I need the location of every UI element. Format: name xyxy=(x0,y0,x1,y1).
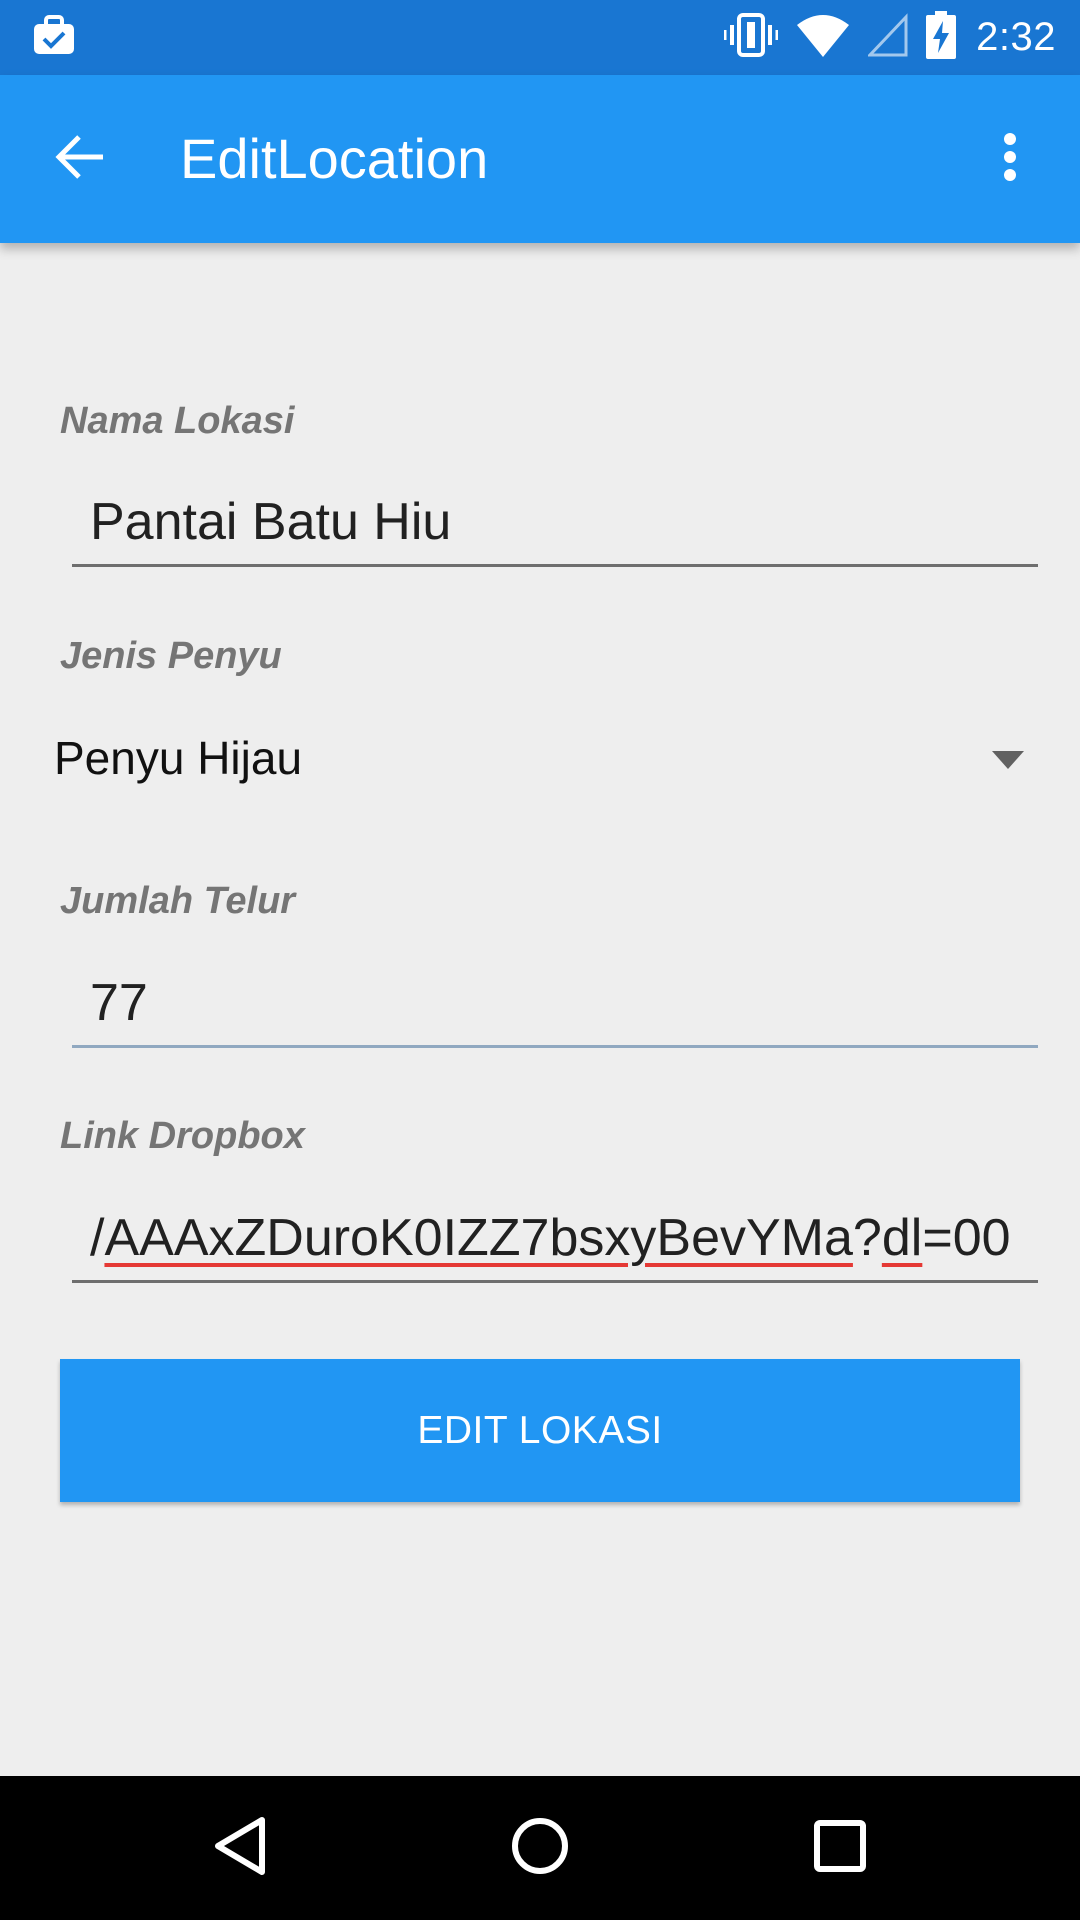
battery-charging-icon xyxy=(926,11,957,64)
jumlah-telur-label: Jumlah Telur xyxy=(60,880,296,922)
navigation-bar xyxy=(0,1776,1080,1920)
jenis-penyu-spinner[interactable]: Penyu Hijau xyxy=(54,705,1024,815)
back-triangle-icon xyxy=(212,1816,268,1881)
arrow-back-icon xyxy=(55,132,105,187)
link-dropbox-value: /AAAxZDuroK0IZZ7bsxyBevYMa?dl=00 xyxy=(90,1209,1011,1267)
link-dropbox-label: Link Dropbox xyxy=(60,1115,305,1157)
dropdown-arrow-icon xyxy=(992,751,1024,769)
link-dropbox-field[interactable]: /AAAxZDuroK0IZZ7bsxyBevYMa?dl=00 xyxy=(72,1183,1038,1283)
status-bar: 2:32 xyxy=(0,0,1080,75)
nama-lokasi-value: Pantai Batu Hiu xyxy=(90,493,452,551)
nav-back-button[interactable] xyxy=(198,1806,282,1890)
wifi-icon xyxy=(796,13,850,62)
home-circle-icon xyxy=(510,1816,570,1881)
overflow-menu-button[interactable] xyxy=(970,119,1050,199)
screen: 2:32 EditLocation Nama Lokasi Pantai Bat… xyxy=(0,0,1080,1920)
page-title: EditLocation xyxy=(180,127,489,190)
nav-home-button[interactable] xyxy=(498,1806,582,1890)
app-bar: EditLocation xyxy=(0,75,1080,243)
status-icons: 2:32 xyxy=(706,0,1056,75)
status-time: 2:32 xyxy=(976,15,1056,59)
nama-lokasi-label: Nama Lokasi xyxy=(60,400,295,442)
recents-square-icon xyxy=(812,1818,868,1879)
jumlah-telur-value: 77 xyxy=(90,974,148,1032)
jenis-penyu-selected: Penyu Hijau xyxy=(54,732,303,784)
back-button[interactable] xyxy=(40,119,120,199)
jumlah-telur-field[interactable]: 77 xyxy=(72,948,1038,1048)
nama-lokasi-field[interactable]: Pantai Batu Hiu xyxy=(72,467,1038,567)
briefcase-check-icon xyxy=(32,14,76,58)
vibrate-icon xyxy=(723,13,779,62)
edit-lokasi-button[interactable]: EDIT LOKASI xyxy=(60,1359,1020,1502)
jenis-penyu-label: Jenis Penyu xyxy=(60,635,282,677)
signal-icon xyxy=(866,13,908,62)
nav-recents-button[interactable] xyxy=(798,1806,882,1890)
more-vert-icon xyxy=(1003,132,1017,187)
